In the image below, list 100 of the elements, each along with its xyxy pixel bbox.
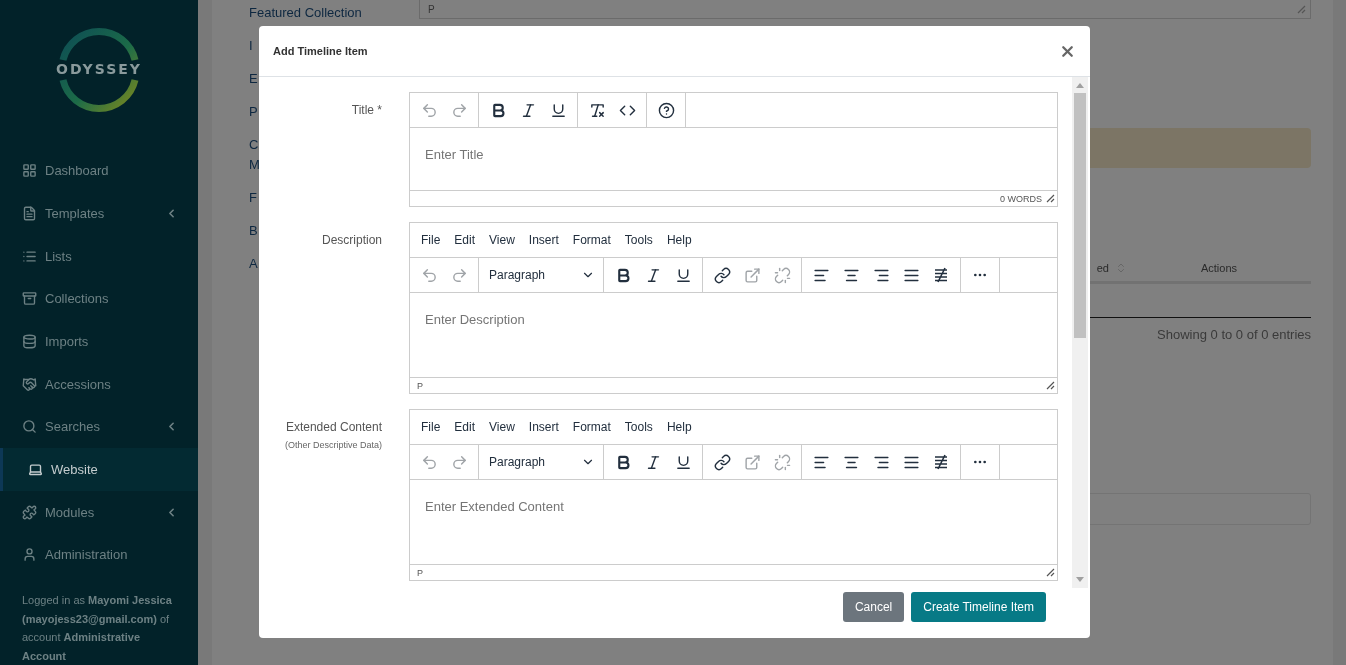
editor-placeholder: Enter Extended Content [425,499,564,514]
sidebar-item[interactable]: Searches [0,405,198,449]
create-button[interactable]: Create Timeline Item [911,592,1046,622]
sidebar-item-label: Imports [45,333,90,349]
status-path: P [417,380,423,391]
sidebar-item[interactable]: Imports [0,320,198,363]
field-label: C [249,136,259,154]
sidebar-item[interactable]: Modules [0,490,198,534]
field-label: P [249,103,258,121]
table-info: Showing 0 to 0 of 0 entries [1156,327,1311,342]
resize-grip-icon[interactable] [1297,4,1306,14]
sidebar-item[interactable]: Dashboard [0,149,198,193]
underline-icon [674,266,692,284]
editor-placeholder: Enter Description [425,312,525,327]
puzzle-icon [22,504,37,520]
logo-ring-icon [57,28,141,112]
sidebar-item-label: Searches [45,419,101,435]
menu-item[interactable]: Help [659,420,699,434]
format-select[interactable]: Paragraph [483,448,599,476]
lines-slash-icon [932,453,950,471]
sidebar-item-label: Website [51,461,99,477]
rich-text-editor[interactable]: File Edit View Insert Format Tools Help Paragraph Enter Description P [409,222,1058,394]
scrollbar[interactable] [1072,77,1088,588]
undo-icon [420,266,438,284]
column-header: ed [1096,261,1109,274]
unlink-icon [773,266,791,284]
menu-item[interactable]: Insert [521,420,566,434]
menu-item[interactable]: Edit [447,420,483,434]
login-info: Logged in as Mayomi Jessica (mayojess23@gmail.com) of account Administrative Account [21,593,173,664]
open-link-icon [743,453,761,471]
sidebar-item[interactable]: Administration [0,533,198,576]
sidebar-item-label: Modules [45,504,96,520]
word-count: 0 WORDS [1000,193,1042,204]
status-path: P [417,567,423,578]
sidebar-item-label: Lists [45,248,73,264]
link-icon [713,266,731,284]
menu-item[interactable]: Tools [617,420,660,434]
column-header: Actions [1199,261,1239,274]
sidebar-item-label: Administration [45,547,129,563]
underline-icon [674,453,692,471]
archive-icon [22,291,37,307]
sidebar-item[interactable]: Accessions [0,362,198,406]
menu-item[interactable]: Insert [521,233,566,247]
status-path: P [428,3,435,15]
redo-icon [450,101,468,119]
cancel-button[interactable]: Cancel [842,592,905,622]
menu-item[interactable]: File [414,233,448,247]
document-icon [22,205,37,221]
resize-grip-icon[interactable] [1046,568,1055,577]
open-link-icon [743,266,761,284]
undo-icon [420,453,438,471]
redo-icon [450,453,468,471]
sidebar-item[interactable]: Collections [0,277,198,321]
underline-icon [549,101,567,119]
resize-grip-icon[interactable] [1046,194,1055,203]
clear-format-icon [588,101,606,119]
menu-item[interactable]: Help [659,233,699,247]
menu-item[interactable]: View [482,233,522,247]
menu-item[interactable]: File [414,420,448,434]
link-icon [713,453,731,471]
format-select[interactable]: Paragraph [483,261,599,289]
lines-slash-icon [932,266,950,284]
list-icon [22,248,37,264]
editor-placeholder: Enter Title [425,147,484,162]
handshake-icon [22,376,37,392]
rich-text-editor[interactable]: Enter Title 0 WORDS [409,92,1058,207]
sidebar-item-label: Templates [45,205,106,221]
field-label: Description [321,233,382,247]
resize-grip-icon[interactable] [1046,381,1055,390]
field-label: E [249,70,258,88]
field-label: Featured Collection [249,4,362,22]
search-icon [22,419,37,435]
field-label: A [249,255,258,273]
logo-text: ODYSSEY [56,60,142,77]
sidebar-item-label: Dashboard [45,163,110,179]
menu-item[interactable]: View [482,420,522,434]
sidebar-item[interactable]: Lists [0,234,198,278]
sidebar-item[interactable]: Website [0,448,198,491]
rich-text-editor[interactable]: File Edit View Insert Format Tools Help Paragraph Enter Extended Content P [409,409,1058,581]
undo-icon [420,101,438,119]
field-label: Extended Content [285,420,382,434]
menu-item[interactable]: Format [565,233,618,247]
field-label: Title * [351,103,382,117]
help-icon [657,101,675,119]
field-label: B [249,222,258,240]
sidebar-item-label: Collections [45,291,110,307]
sidebar-item-label: Accessions [45,376,112,392]
field-label: F [249,189,257,207]
menu-item[interactable]: Format [565,420,618,434]
unlink-icon [773,453,791,471]
sidebar-item[interactable]: Templates [0,192,198,235]
field-note: (Other Descriptive Data) [283,439,382,452]
field-label: M [249,156,260,174]
modal-title: Add Timeline Item [273,45,368,57]
database-icon [22,333,37,349]
field-label: I [249,37,253,55]
user-icon [22,547,37,563]
scrollbar-thumb[interactable] [1074,93,1086,338]
menu-item[interactable]: Tools [617,233,660,247]
menu-item[interactable]: Edit [447,233,483,247]
